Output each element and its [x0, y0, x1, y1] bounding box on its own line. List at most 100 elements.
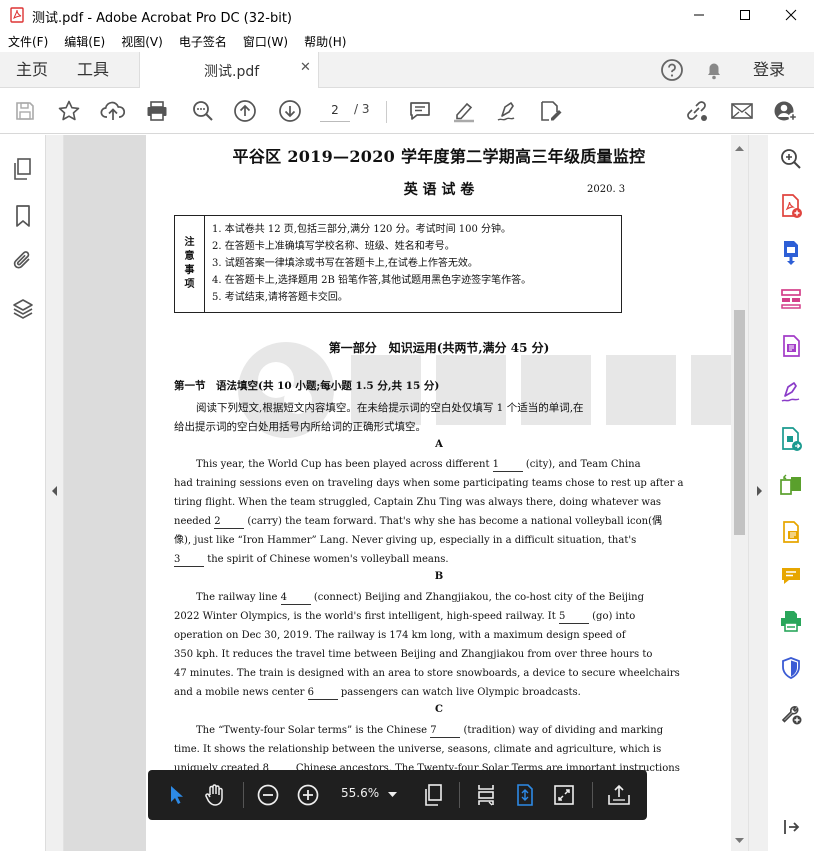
menu-bar: 文件(F) 编辑(E) 视图(V) 电子签名 窗口(W) 帮助(H)	[0, 30, 814, 52]
attachment-icon[interactable]	[9, 246, 37, 274]
passage-line: tiring flight. When the team struggled, …	[174, 497, 662, 508]
zoom-dropdown-icon[interactable]	[388, 792, 397, 798]
sign-pen-icon[interactable]	[493, 96, 523, 126]
full-screen-icon[interactable]	[549, 780, 579, 810]
floatbar-divider	[592, 782, 593, 808]
hand-tool-icon[interactable]	[200, 780, 230, 810]
main-toolbar: 2 / 3	[0, 88, 814, 134]
fit-page-icon[interactable]	[510, 780, 540, 810]
menu-view[interactable]: 视图(V)	[113, 33, 171, 50]
email-icon[interactable]	[727, 96, 757, 126]
save-icon[interactable]	[10, 96, 40, 126]
instruction-line: 阅读下列短文,根据短文内容填空。在未给提示词的空白处仅填写 1 个适当的单词,在	[196, 402, 584, 414]
menu-window[interactable]: 窗口(W)	[235, 33, 296, 50]
title-bar: 测试.pdf - Adobe Acrobat Pro DC (32-bit)	[0, 0, 814, 30]
scan-ocr-icon[interactable]	[777, 518, 805, 546]
bell-icon[interactable]	[702, 58, 726, 82]
comment-tool-icon[interactable]	[777, 562, 805, 590]
cloud-upload-icon[interactable]	[98, 96, 128, 126]
more-tools-icon[interactable]	[777, 699, 805, 727]
pdf-file-icon	[9, 7, 25, 23]
edit-pdf-icon[interactable]	[777, 332, 805, 360]
doc-date: 2020. 3	[587, 184, 626, 195]
toolbar-divider	[386, 101, 387, 123]
share-link-icon[interactable]	[682, 96, 712, 126]
passage-line: 像), just like “Iron Hammer” Lang. Never …	[174, 535, 637, 546]
collapse-right-panel-icon[interactable]	[755, 485, 763, 497]
left-panel-toggle-strip[interactable]	[46, 135, 64, 851]
part-heading: 第一部分 知识运用(共两节,满分 45 分)	[328, 341, 550, 355]
passage-line: The railway line 4 (connect) Beijing and…	[196, 592, 644, 605]
collapse-tools-icon[interactable]	[777, 813, 805, 841]
right-panel-toggle-strip[interactable]	[748, 135, 768, 851]
notice-box: 注意事项 1. 本试卷共 12 页,包括三部分,满分 120 分。考试时间 10…	[174, 215, 622, 313]
floatbar-divider	[459, 782, 460, 808]
notice-label: 注意事项	[175, 216, 205, 312]
minimize-button[interactable]	[676, 0, 722, 30]
tab-bar: 主页 工具 测试.pdf ✕ 登录	[0, 52, 814, 89]
maximize-button[interactable]	[722, 0, 768, 30]
floating-page-controls: 55.6%	[148, 770, 647, 820]
organize-pages-icon[interactable]	[777, 285, 805, 313]
print-production-icon[interactable]	[777, 607, 805, 635]
notice-items: 1. 本试卷共 12 页,包括三部分,满分 120 分。考试时间 100 分钟。…	[212, 221, 531, 306]
close-window-button[interactable]	[768, 0, 814, 30]
add-user-icon[interactable]	[771, 96, 801, 126]
page-number-input[interactable]: 2	[320, 100, 350, 122]
print-icon[interactable]	[142, 96, 172, 126]
tab-document[interactable]: 测试.pdf ✕	[139, 52, 319, 89]
select-cursor-icon[interactable]	[161, 780, 191, 810]
notice-item: 3. 试题答案一律填涂或书写在答题卡上,在试卷上作答无效。	[212, 258, 478, 269]
pdf-page: 平谷区 2019—2020 学年度第二学期高三年级质量监控 英 语 试 卷 20…	[146, 135, 732, 851]
highlight-pen-icon[interactable]	[449, 96, 479, 126]
send-for-review-icon[interactable]	[777, 425, 805, 453]
passage-line: needed 2 (carry) the team forward. That'…	[174, 516, 662, 529]
login-button[interactable]: 登录	[753, 52, 785, 88]
acrobat-window: 测试.pdf - Adobe Acrobat Pro DC (32-bit) 文…	[0, 0, 814, 851]
passage-line: This year, the World Cup has been played…	[196, 459, 641, 472]
protect-icon[interactable]	[777, 654, 805, 682]
star-icon[interactable]	[54, 96, 84, 126]
fill-sign-icon[interactable]	[777, 378, 805, 406]
share-upload-icon[interactable]	[604, 780, 634, 810]
page-display-icon[interactable]	[418, 780, 448, 810]
notice-item: 2. 在答题卡上准确填写学校名称、班级、姓名和考号。	[212, 241, 455, 252]
tab-tools[interactable]: 工具	[77, 52, 109, 88]
close-tab-icon[interactable]: ✕	[300, 60, 311, 75]
document-tab-label: 测试.pdf	[204, 64, 260, 80]
edit-form-icon[interactable]	[536, 96, 566, 126]
bookmark-icon[interactable]	[9, 202, 37, 230]
notice-item: 4. 在答题卡上,选择题用 2B 铅笔作答,其他试题用黑色字迹签字笔作答。	[212, 275, 532, 286]
search-zoom-icon[interactable]	[777, 145, 805, 173]
passage-label-c: C	[435, 704, 443, 715]
export-pdf-icon[interactable]	[777, 238, 805, 266]
page-thumbnails-icon[interactable]	[9, 155, 37, 183]
menu-esign[interactable]: 电子签名	[171, 33, 235, 50]
scroll-up-arrow-icon[interactable]	[735, 145, 744, 151]
passage-label-b: B	[434, 571, 444, 582]
next-page-icon[interactable]	[275, 96, 305, 126]
scroll-down-arrow-icon[interactable]	[735, 838, 744, 844]
layers-icon[interactable]	[9, 295, 37, 323]
scroll-mode-icon[interactable]	[471, 780, 501, 810]
create-pdf-icon[interactable]	[777, 192, 805, 220]
menu-edit[interactable]: 编辑(E)	[56, 33, 113, 50]
passage-line: time. It shows the relationship between …	[174, 744, 662, 755]
menu-help[interactable]: 帮助(H)	[296, 33, 354, 50]
expand-left-panel-icon[interactable]	[51, 485, 59, 497]
passage-line: and a mobile news center 6 passengers ca…	[174, 687, 581, 700]
comment-icon[interactable]	[405, 96, 435, 126]
compare-files-icon[interactable]	[777, 472, 805, 500]
tab-home[interactable]: 主页	[16, 52, 48, 88]
previous-page-icon[interactable]	[230, 96, 260, 126]
passage-line: had training sessions even on traveling …	[174, 478, 684, 489]
scrollbar-thumb[interactable]	[734, 310, 745, 535]
zoom-level[interactable]: 55.6%	[341, 786, 379, 800]
doc-title: 平谷区 2019—2020 学年度第二学期高三年级质量监控	[232, 147, 646, 166]
help-icon[interactable]	[660, 58, 684, 82]
window-title: 测试.pdf - Adobe Acrobat Pro DC (32-bit)	[32, 11, 293, 26]
menu-file[interactable]: 文件(F)	[0, 33, 56, 50]
zoom-search-icon[interactable]	[188, 96, 218, 126]
zoom-in-icon[interactable]	[293, 780, 323, 810]
zoom-out-icon[interactable]	[253, 780, 283, 810]
